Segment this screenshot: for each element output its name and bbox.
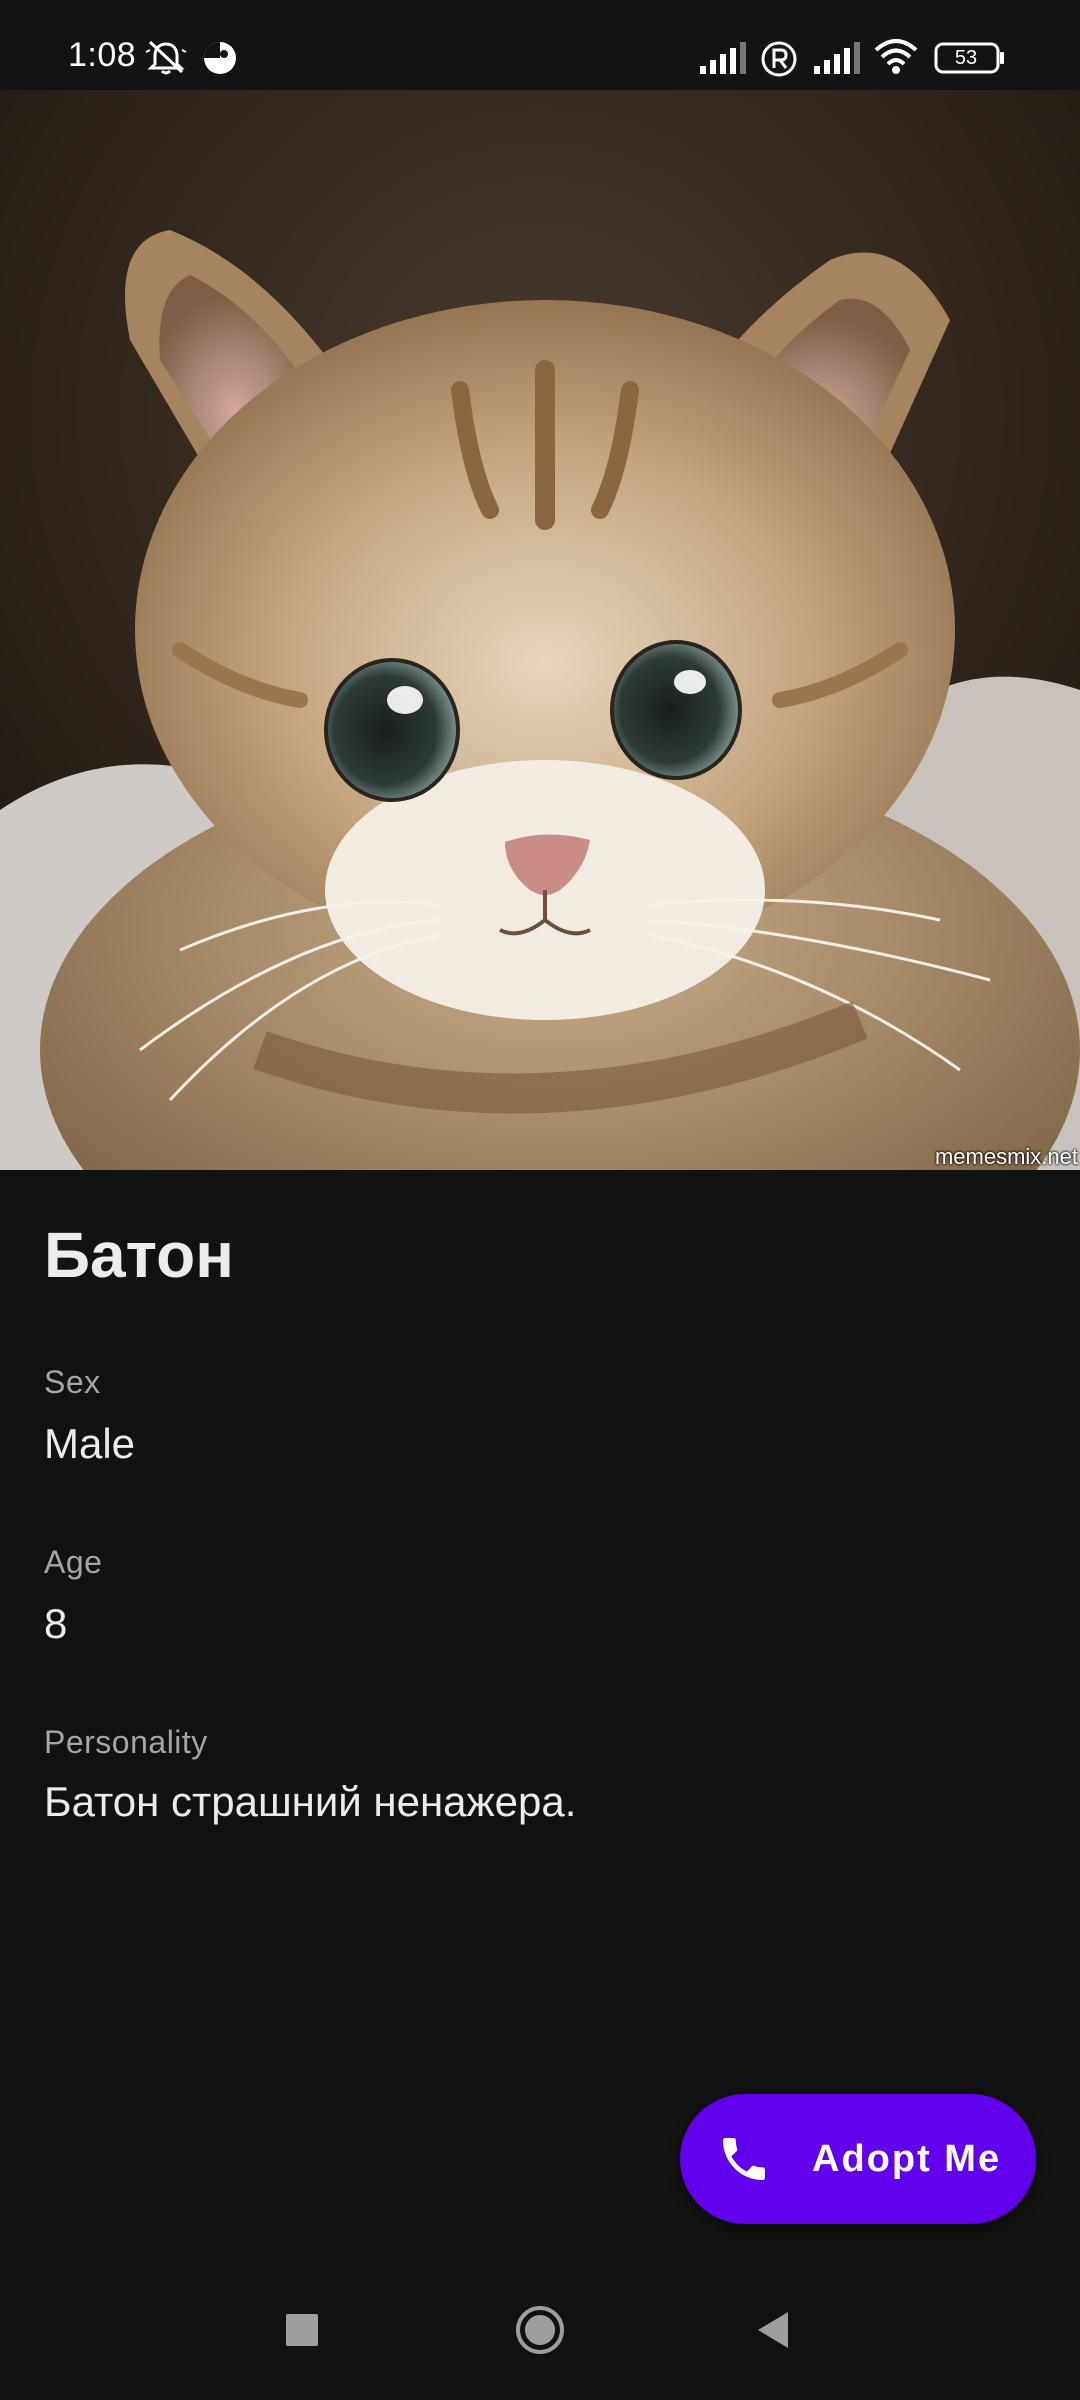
- signal-icon: [700, 42, 746, 74]
- status-time: 1:08: [68, 36, 137, 74]
- sex-value: Male: [44, 1420, 136, 1467]
- battery-icon: 53: [934, 42, 1006, 74]
- pet-photo: memesmix.net: [0, 90, 1080, 1170]
- signal-icon: [814, 42, 860, 74]
- image-watermark: memesmix.net: [934, 1144, 1078, 1169]
- system-nav-bar: [0, 2256, 1080, 2400]
- home-icon[interactable]: [512, 2302, 568, 2358]
- personality-label: Personality: [44, 1724, 208, 1760]
- roaming-icon: [761, 41, 797, 77]
- battery-level: 53: [954, 47, 978, 69]
- sex-label: Sex: [44, 1364, 101, 1400]
- back-icon[interactable]: [754, 2308, 794, 2352]
- pet-name: Батон: [44, 1219, 234, 1291]
- app-notification-icon: [204, 42, 236, 74]
- adopt-me-label: Adopt Me: [812, 2138, 1002, 2180]
- mute-icon: [145, 40, 187, 75]
- adopt-me-button[interactable]: Adopt Me: [680, 2094, 1036, 2224]
- phone-icon: [723, 2138, 765, 2180]
- status-bar: 1:08 53: [0, 0, 1080, 90]
- personality-value: Батон страшний ненажера.: [44, 1778, 577, 1825]
- age-value: 8: [44, 1600, 68, 1647]
- recents-icon[interactable]: [282, 2310, 322, 2350]
- wifi-icon: [874, 39, 918, 74]
- age-label: Age: [44, 1544, 103, 1580]
